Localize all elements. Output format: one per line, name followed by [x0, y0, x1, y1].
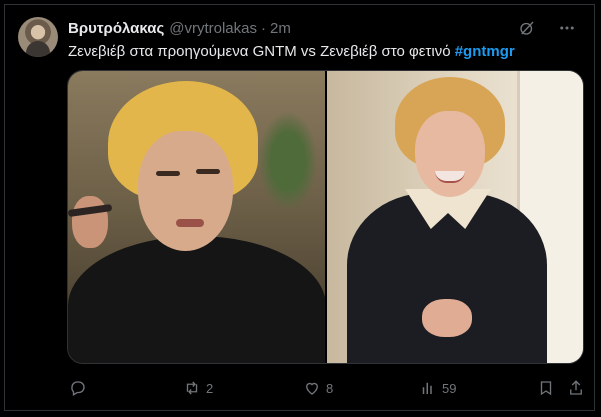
tweet-media[interactable] [67, 70, 584, 364]
grok-icon[interactable] [518, 19, 536, 37]
photo-left[interactable] [68, 71, 325, 363]
figure-body [68, 236, 325, 363]
avatar-figure [26, 41, 50, 57]
figure-mouth [176, 219, 204, 227]
retweet-icon [183, 379, 201, 397]
figure-hands [422, 299, 472, 337]
avatar[interactable] [18, 17, 58, 57]
figure-body [347, 193, 547, 363]
views-count: 59 [442, 380, 457, 396]
figure-face [138, 131, 233, 251]
retweet-button[interactable]: 2 [183, 377, 213, 399]
bookmark-icon [537, 379, 555, 397]
author-display-name[interactable]: Βρυτρόλακας [68, 20, 164, 37]
more-icon[interactable] [558, 19, 576, 37]
tweet-body-text: Ζενεβιέβ στα προηγούμενα GNTM vs Ζενεβιέ… [68, 43, 451, 60]
separator-dot: · [261, 19, 266, 37]
tweet-timestamp[interactable]: 2m [270, 20, 291, 37]
figure-face [415, 111, 485, 197]
tweet-header: Βρυτρόλακας @vrytrolakas · 2m [68, 17, 584, 39]
bookmark-button[interactable] [537, 377, 555, 399]
views-button[interactable]: 59 [419, 377, 456, 399]
heart-icon [303, 379, 321, 397]
figure-brow [196, 169, 220, 174]
figure-hand [72, 196, 108, 248]
tweet-text: Ζενεβιέβ στα προηγούμενα GNTM vs Ζενεβιέ… [68, 43, 515, 60]
share-icon [567, 379, 585, 397]
like-count: 8 [326, 380, 334, 396]
retweet-count: 2 [206, 380, 214, 396]
background-plant [258, 111, 318, 211]
reply-icon [69, 379, 87, 397]
views-icon [419, 379, 437, 397]
figure-brow [156, 171, 180, 176]
header-icons [518, 19, 576, 37]
tweet-actions: 2 8 59 [67, 377, 592, 399]
photo-right[interactable] [327, 71, 583, 363]
hashtag-link[interactable]: #gntmgr [455, 43, 515, 60]
like-button[interactable]: 8 [303, 377, 333, 399]
tweet-card[interactable]: Βρυτρόλακας @vrytrolakas · 2m Ζενεβιέβ σ… [4, 4, 595, 411]
share-button[interactable] [567, 377, 585, 399]
author-handle[interactable]: @vrytrolakas [169, 20, 257, 37]
reply-button[interactable] [69, 377, 92, 399]
